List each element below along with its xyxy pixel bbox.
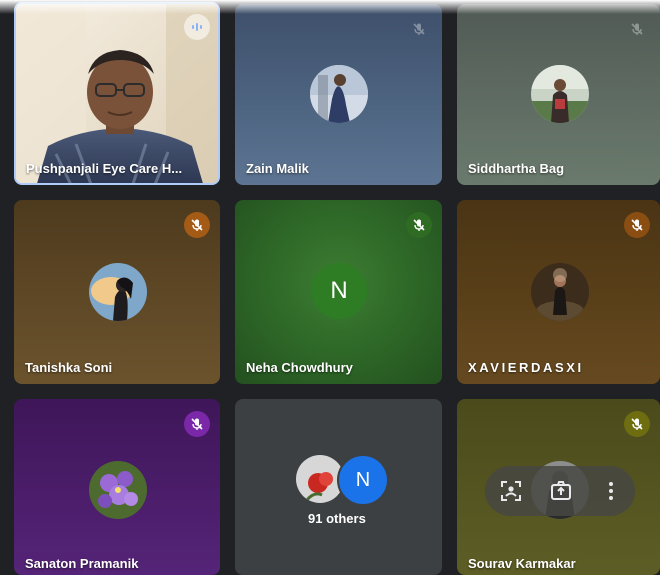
mic-off-icon	[191, 418, 203, 430]
participant-name: Sourav Karmakar	[468, 556, 576, 571]
mic-muted-indicator	[624, 411, 650, 437]
mic-muted-indicator	[184, 411, 210, 437]
participant-name: XAVIERDASXI	[468, 360, 584, 375]
avatar	[310, 65, 368, 123]
participant-tile[interactable]: Siddhartha Bag	[457, 4, 660, 185]
participant-name: Siddhartha Bag	[468, 161, 565, 176]
participant-tile[interactable]: Tanishka Soni	[14, 200, 220, 384]
avatar-initial: N	[311, 263, 367, 319]
avatar	[531, 65, 589, 123]
frame-person-icon	[501, 481, 521, 501]
participant-name: Sanaton Pramanik	[25, 556, 139, 571]
avatar-photo	[89, 263, 147, 321]
meeting-grid: Pushpanjali Eye Care H... Zain Malik Sid…	[0, 0, 660, 575]
avatar-photo	[89, 461, 147, 519]
avatar	[531, 263, 589, 321]
avatar-photo	[310, 65, 368, 123]
participant-name: Tanishka Soni	[25, 360, 113, 375]
mic-muted-indicator	[184, 212, 210, 238]
mic-off-icon	[191, 219, 203, 231]
more-options-button[interactable]	[597, 477, 625, 505]
mic-off-icon	[413, 219, 425, 231]
more-options-icon	[609, 482, 613, 500]
mic-off-icon	[413, 23, 425, 35]
tile-controls	[485, 466, 635, 516]
frame-person-button[interactable]	[497, 477, 525, 505]
participant-tile[interactable]: XAVIERDASXI	[457, 200, 660, 384]
avatar	[89, 461, 147, 519]
mic-off-icon	[631, 219, 643, 231]
others-count: 91 others	[308, 511, 366, 526]
participant-name: Neha Chowdhury	[246, 360, 353, 375]
mic-muted-indicator	[624, 16, 650, 42]
avatar	[89, 263, 147, 321]
avatar-photo	[531, 263, 589, 321]
participant-tile[interactable]: N Neha Chowdhury	[235, 200, 442, 384]
pin-button[interactable]	[547, 477, 575, 505]
mic-muted-indicator	[624, 212, 650, 238]
pin-icon	[551, 481, 571, 500]
mic-muted-indicator	[406, 212, 432, 238]
participant-name: Pushpanjali Eye Care H...	[26, 161, 183, 176]
participant-tile-video[interactable]: Pushpanjali Eye Care H...	[14, 2, 220, 185]
mic-off-icon	[631, 23, 643, 35]
audio-level-indicator	[184, 14, 210, 40]
audio-wave-icon	[192, 23, 202, 31]
mic-off-icon	[631, 418, 643, 430]
others-tile[interactable]: N 91 others	[235, 399, 442, 575]
participant-tile[interactable]: Sanaton Pramanik	[14, 399, 220, 575]
mic-muted-indicator	[406, 16, 432, 42]
participant-tile[interactable]: Zain Malik	[235, 4, 442, 185]
participant-name: Zain Malik	[246, 161, 309, 176]
avatar-photo	[531, 65, 589, 123]
avatar-initial: N	[337, 454, 389, 506]
